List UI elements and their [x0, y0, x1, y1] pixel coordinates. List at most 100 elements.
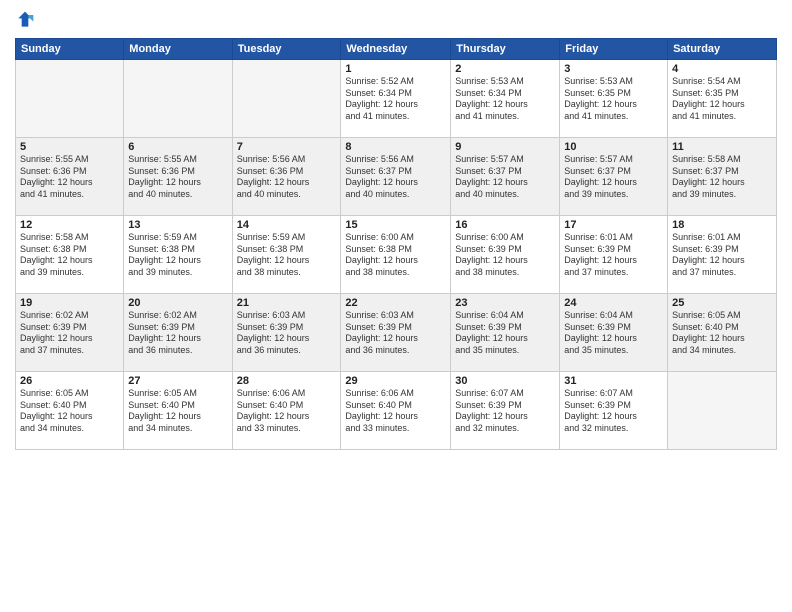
day-number: 22	[345, 297, 446, 309]
day-info: Sunrise: 5:53 AM Sunset: 6:34 PM Dayligh…	[455, 76, 555, 123]
calendar-week-row: 12Sunrise: 5:58 AM Sunset: 6:38 PM Dayli…	[16, 216, 777, 294]
calendar-cell: 31Sunrise: 6:07 AM Sunset: 6:39 PM Dayli…	[560, 372, 668, 450]
calendar-week-row: 5Sunrise: 5:55 AM Sunset: 6:36 PM Daylig…	[16, 138, 777, 216]
day-info: Sunrise: 6:00 AM Sunset: 6:38 PM Dayligh…	[345, 232, 446, 279]
day-number: 8	[345, 141, 446, 153]
calendar-cell: 9Sunrise: 5:57 AM Sunset: 6:37 PM Daylig…	[451, 138, 560, 216]
calendar-cell: 24Sunrise: 6:04 AM Sunset: 6:39 PM Dayli…	[560, 294, 668, 372]
day-info: Sunrise: 6:01 AM Sunset: 6:39 PM Dayligh…	[672, 232, 772, 279]
day-number: 17	[564, 219, 663, 231]
calendar-cell: 26Sunrise: 6:05 AM Sunset: 6:40 PM Dayli…	[16, 372, 124, 450]
day-info: Sunrise: 5:57 AM Sunset: 6:37 PM Dayligh…	[564, 154, 663, 201]
calendar-cell: 21Sunrise: 6:03 AM Sunset: 6:39 PM Dayli…	[232, 294, 341, 372]
day-number: 16	[455, 219, 555, 231]
page: SundayMondayTuesdayWednesdayThursdayFrid…	[0, 0, 792, 612]
calendar-cell: 10Sunrise: 5:57 AM Sunset: 6:37 PM Dayli…	[560, 138, 668, 216]
day-info: Sunrise: 5:55 AM Sunset: 6:36 PM Dayligh…	[128, 154, 227, 201]
day-info: Sunrise: 5:59 AM Sunset: 6:38 PM Dayligh…	[128, 232, 227, 279]
day-info: Sunrise: 5:58 AM Sunset: 6:37 PM Dayligh…	[672, 154, 772, 201]
day-info: Sunrise: 5:57 AM Sunset: 6:37 PM Dayligh…	[455, 154, 555, 201]
calendar-cell: 8Sunrise: 5:56 AM Sunset: 6:37 PM Daylig…	[341, 138, 451, 216]
calendar-cell: 16Sunrise: 6:00 AM Sunset: 6:39 PM Dayli…	[451, 216, 560, 294]
day-info: Sunrise: 5:58 AM Sunset: 6:38 PM Dayligh…	[20, 232, 119, 279]
calendar-cell: 1Sunrise: 5:52 AM Sunset: 6:34 PM Daylig…	[341, 60, 451, 138]
day-number: 20	[128, 297, 227, 309]
day-number: 1	[345, 63, 446, 75]
day-info: Sunrise: 6:07 AM Sunset: 6:39 PM Dayligh…	[564, 388, 663, 435]
calendar-cell: 19Sunrise: 6:02 AM Sunset: 6:39 PM Dayli…	[16, 294, 124, 372]
logo	[15, 10, 39, 30]
day-number: 13	[128, 219, 227, 231]
day-number: 21	[237, 297, 337, 309]
calendar-cell	[232, 60, 341, 138]
calendar-week-row: 1Sunrise: 5:52 AM Sunset: 6:34 PM Daylig…	[16, 60, 777, 138]
calendar-cell: 22Sunrise: 6:03 AM Sunset: 6:39 PM Dayli…	[341, 294, 451, 372]
calendar-cell: 30Sunrise: 6:07 AM Sunset: 6:39 PM Dayli…	[451, 372, 560, 450]
weekday-header-row: SundayMondayTuesdayWednesdayThursdayFrid…	[16, 39, 777, 60]
calendar-cell: 17Sunrise: 6:01 AM Sunset: 6:39 PM Dayli…	[560, 216, 668, 294]
calendar-cell: 20Sunrise: 6:02 AM Sunset: 6:39 PM Dayli…	[124, 294, 232, 372]
day-info: Sunrise: 6:04 AM Sunset: 6:39 PM Dayligh…	[564, 310, 663, 357]
day-number: 14	[237, 219, 337, 231]
day-info: Sunrise: 6:04 AM Sunset: 6:39 PM Dayligh…	[455, 310, 555, 357]
calendar-cell: 4Sunrise: 5:54 AM Sunset: 6:35 PM Daylig…	[668, 60, 777, 138]
calendar-cell: 27Sunrise: 6:05 AM Sunset: 6:40 PM Dayli…	[124, 372, 232, 450]
calendar-week-row: 19Sunrise: 6:02 AM Sunset: 6:39 PM Dayli…	[16, 294, 777, 372]
day-number: 27	[128, 375, 227, 387]
day-info: Sunrise: 5:56 AM Sunset: 6:37 PM Dayligh…	[345, 154, 446, 201]
day-number: 9	[455, 141, 555, 153]
day-number: 2	[455, 63, 555, 75]
header	[15, 10, 777, 30]
calendar-cell: 15Sunrise: 6:00 AM Sunset: 6:38 PM Dayli…	[341, 216, 451, 294]
calendar-cell: 5Sunrise: 5:55 AM Sunset: 6:36 PM Daylig…	[16, 138, 124, 216]
calendar-cell: 6Sunrise: 5:55 AM Sunset: 6:36 PM Daylig…	[124, 138, 232, 216]
day-info: Sunrise: 5:53 AM Sunset: 6:35 PM Dayligh…	[564, 76, 663, 123]
calendar-cell	[16, 60, 124, 138]
day-info: Sunrise: 6:05 AM Sunset: 6:40 PM Dayligh…	[20, 388, 119, 435]
weekday-header-thursday: Thursday	[451, 39, 560, 60]
day-number: 3	[564, 63, 663, 75]
day-info: Sunrise: 6:03 AM Sunset: 6:39 PM Dayligh…	[345, 310, 446, 357]
day-info: Sunrise: 5:55 AM Sunset: 6:36 PM Dayligh…	[20, 154, 119, 201]
weekday-header-monday: Monday	[124, 39, 232, 60]
weekday-header-friday: Friday	[560, 39, 668, 60]
day-number: 10	[564, 141, 663, 153]
calendar-cell	[124, 60, 232, 138]
calendar-cell	[668, 372, 777, 450]
calendar-cell: 25Sunrise: 6:05 AM Sunset: 6:40 PM Dayli…	[668, 294, 777, 372]
day-info: Sunrise: 6:05 AM Sunset: 6:40 PM Dayligh…	[672, 310, 772, 357]
weekday-header-sunday: Sunday	[16, 39, 124, 60]
day-number: 12	[20, 219, 119, 231]
day-number: 25	[672, 297, 772, 309]
day-info: Sunrise: 6:06 AM Sunset: 6:40 PM Dayligh…	[237, 388, 337, 435]
day-number: 31	[564, 375, 663, 387]
calendar-cell: 14Sunrise: 5:59 AM Sunset: 6:38 PM Dayli…	[232, 216, 341, 294]
day-number: 5	[20, 141, 119, 153]
logo-icon	[15, 10, 35, 30]
day-number: 26	[20, 375, 119, 387]
calendar-cell: 11Sunrise: 5:58 AM Sunset: 6:37 PM Dayli…	[668, 138, 777, 216]
calendar-cell: 23Sunrise: 6:04 AM Sunset: 6:39 PM Dayli…	[451, 294, 560, 372]
day-info: Sunrise: 5:56 AM Sunset: 6:36 PM Dayligh…	[237, 154, 337, 201]
calendar-cell: 7Sunrise: 5:56 AM Sunset: 6:36 PM Daylig…	[232, 138, 341, 216]
day-number: 15	[345, 219, 446, 231]
day-info: Sunrise: 5:52 AM Sunset: 6:34 PM Dayligh…	[345, 76, 446, 123]
day-number: 30	[455, 375, 555, 387]
day-info: Sunrise: 5:54 AM Sunset: 6:35 PM Dayligh…	[672, 76, 772, 123]
weekday-header-saturday: Saturday	[668, 39, 777, 60]
calendar-cell: 13Sunrise: 5:59 AM Sunset: 6:38 PM Dayli…	[124, 216, 232, 294]
day-info: Sunrise: 5:59 AM Sunset: 6:38 PM Dayligh…	[237, 232, 337, 279]
calendar: SundayMondayTuesdayWednesdayThursdayFrid…	[15, 38, 777, 450]
day-info: Sunrise: 6:03 AM Sunset: 6:39 PM Dayligh…	[237, 310, 337, 357]
day-info: Sunrise: 6:02 AM Sunset: 6:39 PM Dayligh…	[20, 310, 119, 357]
calendar-week-row: 26Sunrise: 6:05 AM Sunset: 6:40 PM Dayli…	[16, 372, 777, 450]
day-number: 29	[345, 375, 446, 387]
calendar-cell: 18Sunrise: 6:01 AM Sunset: 6:39 PM Dayli…	[668, 216, 777, 294]
day-number: 19	[20, 297, 119, 309]
day-number: 6	[128, 141, 227, 153]
calendar-cell: 29Sunrise: 6:06 AM Sunset: 6:40 PM Dayli…	[341, 372, 451, 450]
day-number: 24	[564, 297, 663, 309]
day-number: 7	[237, 141, 337, 153]
weekday-header-tuesday: Tuesday	[232, 39, 341, 60]
day-number: 23	[455, 297, 555, 309]
